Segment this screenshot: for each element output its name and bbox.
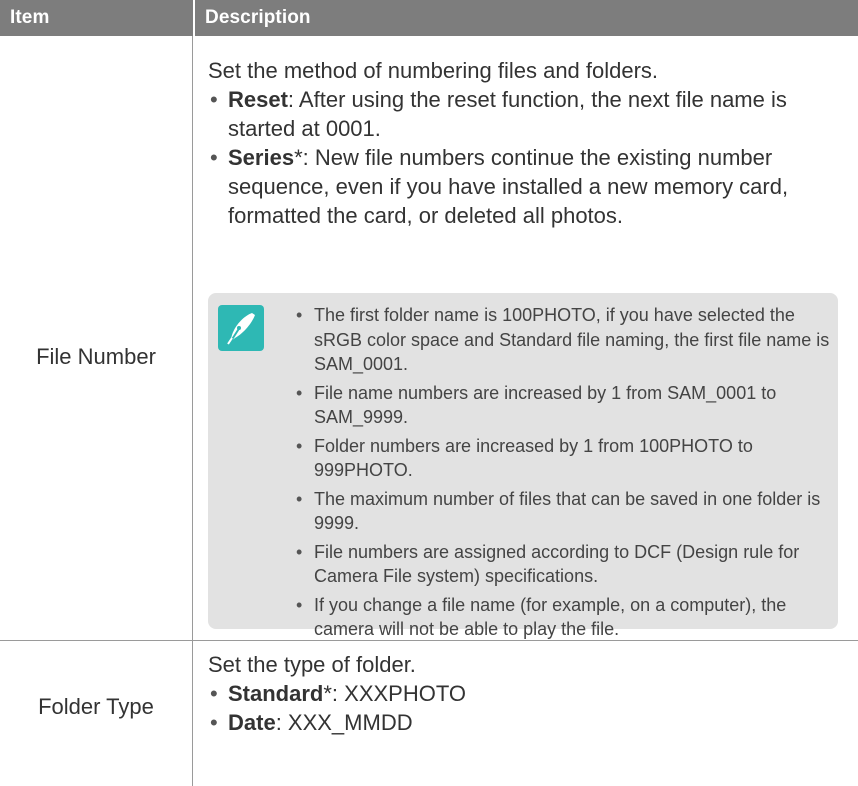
option-text: : After using the reset function, the ne… xyxy=(228,87,787,141)
note-item: The maximum number of files that can be … xyxy=(294,487,834,536)
option-date: Date: XXX_MMDD xyxy=(208,708,838,737)
option-text: : XXX_MMDD xyxy=(275,710,413,735)
option-series: Series*: New file numbers continue the e… xyxy=(208,143,838,230)
description-intro: Set the type of folder. xyxy=(208,652,416,677)
option-text: : XXXPHOTO xyxy=(331,681,466,706)
option-reset: Reset: After using the reset function, t… xyxy=(208,85,838,143)
description-folder-type: Set the type of folder. Standard*: XXXPH… xyxy=(208,650,838,737)
description-intro: Set the method of numbering files and fo… xyxy=(208,58,659,83)
note-item: The first folder name is 100PHOTO, if yo… xyxy=(294,303,834,377)
note-box: The first folder name is 100PHOTO, if yo… xyxy=(208,293,838,639)
note-pen-icon xyxy=(218,305,264,351)
column-divider xyxy=(192,36,193,786)
note-item: File numbers are assigned according to D… xyxy=(294,540,834,589)
note-list: The first folder name is 100PHOTO, if yo… xyxy=(294,303,834,646)
option-term: Series xyxy=(228,145,295,170)
item-file-number: File Number xyxy=(36,344,156,369)
note-item: Folder numbers are increased by 1 from 1… xyxy=(294,434,834,483)
option-text: : New file numbers continue the existing… xyxy=(228,145,789,228)
default-mark: * xyxy=(323,681,332,706)
option-term: Date xyxy=(228,710,276,735)
header-item-label: Item xyxy=(10,7,50,28)
header-cell-item: Item xyxy=(0,0,193,36)
header-description-label: Description xyxy=(205,7,311,28)
description-file-number: Set the method of numbering files and fo… xyxy=(208,56,838,230)
header-cell-description: Description xyxy=(195,0,858,36)
note-item: If you change a file name (for example, … xyxy=(294,593,834,642)
option-standard: Standard*: XXXPHOTO xyxy=(208,679,838,708)
default-mark: * xyxy=(294,145,303,170)
note-item: File name numbers are increased by 1 fro… xyxy=(294,381,834,430)
option-term: Standard xyxy=(228,681,324,706)
table-header: Item Description xyxy=(0,0,858,36)
option-term: Reset xyxy=(228,87,288,112)
item-folder-type: Folder Type xyxy=(38,694,154,719)
